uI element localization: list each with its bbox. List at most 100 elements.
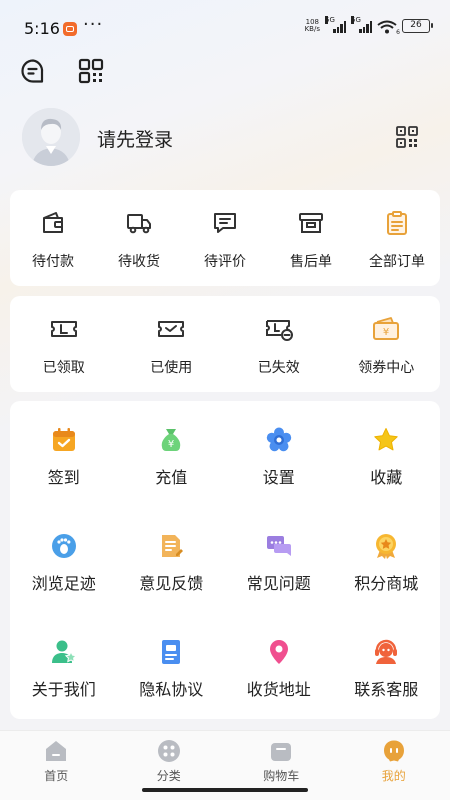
wallet-icon [38, 208, 68, 238]
coupon-received[interactable]: 已领取 [10, 296, 118, 392]
feedback-icon [156, 531, 186, 561]
category-icon [156, 738, 182, 764]
home-indicator[interactable] [142, 788, 308, 792]
signal-5g-icon-2: 5G [351, 15, 372, 33]
service-label: 收藏 [370, 468, 403, 487]
tab-label: 购物车 [263, 769, 300, 783]
location-pin-icon [264, 637, 294, 667]
order-pending-payment[interactable]: 待付款 [10, 190, 96, 286]
service-feedback[interactable]: 意见反馈 [118, 507, 226, 613]
tab-mine[interactable]: 我的 [338, 731, 450, 800]
order-label: 售后单 [290, 254, 332, 270]
profile-qr-icon[interactable] [396, 126, 418, 148]
service-label: 签到 [47, 468, 80, 487]
order-label: 全部订单 [369, 254, 425, 270]
service-address[interactable]: 收货地址 [225, 613, 333, 719]
flower-settings-icon [264, 425, 294, 455]
profile-header[interactable]: 请先登录 [22, 108, 432, 168]
service-favorites[interactable]: 收藏 [333, 401, 441, 507]
signal-label-2: 5G [351, 15, 361, 24]
order-all[interactable]: 全部订单 [354, 190, 440, 286]
service-label: 关于我们 [31, 680, 96, 699]
order-pending-receipt[interactable]: 待收货 [96, 190, 182, 286]
wifi-label: 6 [396, 29, 400, 36]
money-bag-icon: ¥ [156, 425, 186, 455]
service-label: 意见反馈 [139, 574, 204, 593]
status-indicators: 108 KB/s 5G 5G 6 26 [305, 15, 433, 36]
status-bar: 5:16 ··· 108 KB/s 5G 5G 6 26 [0, 0, 450, 52]
coupon-received-icon [49, 314, 79, 344]
service-label: 收货地址 [246, 680, 311, 699]
service-faq[interactable]: 常见问题 [225, 507, 333, 613]
tab-label: 分类 [156, 769, 181, 783]
faq-chat-icon [264, 531, 294, 561]
status-time: 5:16 [24, 19, 60, 38]
service-history[interactable]: 浏览足迹 [10, 507, 118, 613]
qr-code-icon[interactable] [76, 56, 106, 86]
service-points-mall[interactable]: 积分商城 [333, 507, 441, 613]
tab-label: 我的 [381, 769, 406, 783]
home-icon [43, 738, 69, 764]
network-speed: 108 KB/s [305, 19, 320, 33]
service-customer-support[interactable]: 联系客服 [333, 613, 441, 719]
order-pending-review[interactable]: 待评价 [182, 190, 268, 286]
comment-icon [210, 208, 240, 238]
service-label: 浏览足迹 [31, 574, 96, 593]
service-label: 联系客服 [354, 680, 419, 699]
coupon-center[interactable]: ¥ 领券中心 [333, 296, 441, 392]
svg-text:¥: ¥ [383, 327, 389, 338]
archive-box-icon [296, 208, 326, 238]
svg-text:¥: ¥ [168, 439, 174, 450]
footprint-icon [49, 531, 79, 561]
cart-icon [268, 738, 294, 764]
more-notifications-icon: ··· [83, 14, 104, 35]
coupon-expired-icon [264, 314, 294, 344]
signal-label: 5G [325, 15, 335, 24]
star-icon [371, 425, 401, 455]
signal-5g-icon: 5G [325, 15, 346, 33]
service-label: 常见问题 [246, 574, 311, 593]
orders-card: 待付款 待收货 待评价 售后单 全部订单 [10, 190, 440, 286]
battery-indicator: 26 [402, 19, 433, 33]
service-label: 积分商城 [354, 574, 419, 593]
service-label: 隐私协议 [139, 680, 204, 699]
services-card: 签到 ¥ 充值 设置 收藏 浏览足迹 意见反馈 常见问题 积分商城 关于我们 隐… [10, 401, 440, 719]
coupon-used-icon [156, 314, 186, 344]
service-label: 设置 [262, 468, 295, 487]
order-after-sales[interactable]: 售后单 [268, 190, 354, 286]
service-recharge[interactable]: ¥ 充值 [118, 401, 226, 507]
coupon-label: 已失效 [257, 360, 300, 376]
tab-home[interactable]: 首页 [0, 731, 113, 800]
wifi-icon: 6 [377, 19, 400, 36]
coupon-center-icon: ¥ [371, 314, 401, 344]
avatar[interactable] [22, 108, 80, 166]
calendar-checkin-icon [49, 425, 79, 455]
service-label: 充值 [155, 468, 188, 487]
coupon-label: 已使用 [150, 360, 193, 376]
order-label: 待收货 [118, 254, 160, 270]
customer-service-icon [371, 637, 401, 667]
coupon-label: 已领取 [42, 360, 85, 376]
notification-app-icon [63, 22, 77, 36]
coupons-card: 已领取 已使用 已失效 ¥ 领券中心 [10, 296, 440, 392]
clipboard-icon [382, 208, 412, 238]
service-about[interactable]: 关于我们 [10, 613, 118, 719]
document-icon [156, 637, 186, 667]
tab-label: 首页 [44, 769, 69, 783]
service-settings[interactable]: 设置 [225, 401, 333, 507]
profile-face-icon [381, 738, 407, 764]
user-star-icon [49, 637, 79, 667]
top-actions [18, 56, 106, 86]
service-checkin[interactable]: 签到 [10, 401, 118, 507]
coupon-label: 领券中心 [358, 360, 415, 376]
medal-icon [371, 531, 401, 561]
order-label: 待评价 [204, 254, 246, 270]
login-prompt[interactable]: 请先登录 [97, 125, 173, 152]
message-icon[interactable] [18, 56, 48, 86]
coupon-used[interactable]: 已使用 [118, 296, 226, 392]
network-speed-unit: KB/s [304, 25, 320, 33]
service-privacy[interactable]: 隐私协议 [118, 613, 226, 719]
order-label: 待付款 [32, 254, 74, 270]
delivery-truck-icon [124, 208, 154, 238]
coupon-expired[interactable]: 已失效 [225, 296, 333, 392]
